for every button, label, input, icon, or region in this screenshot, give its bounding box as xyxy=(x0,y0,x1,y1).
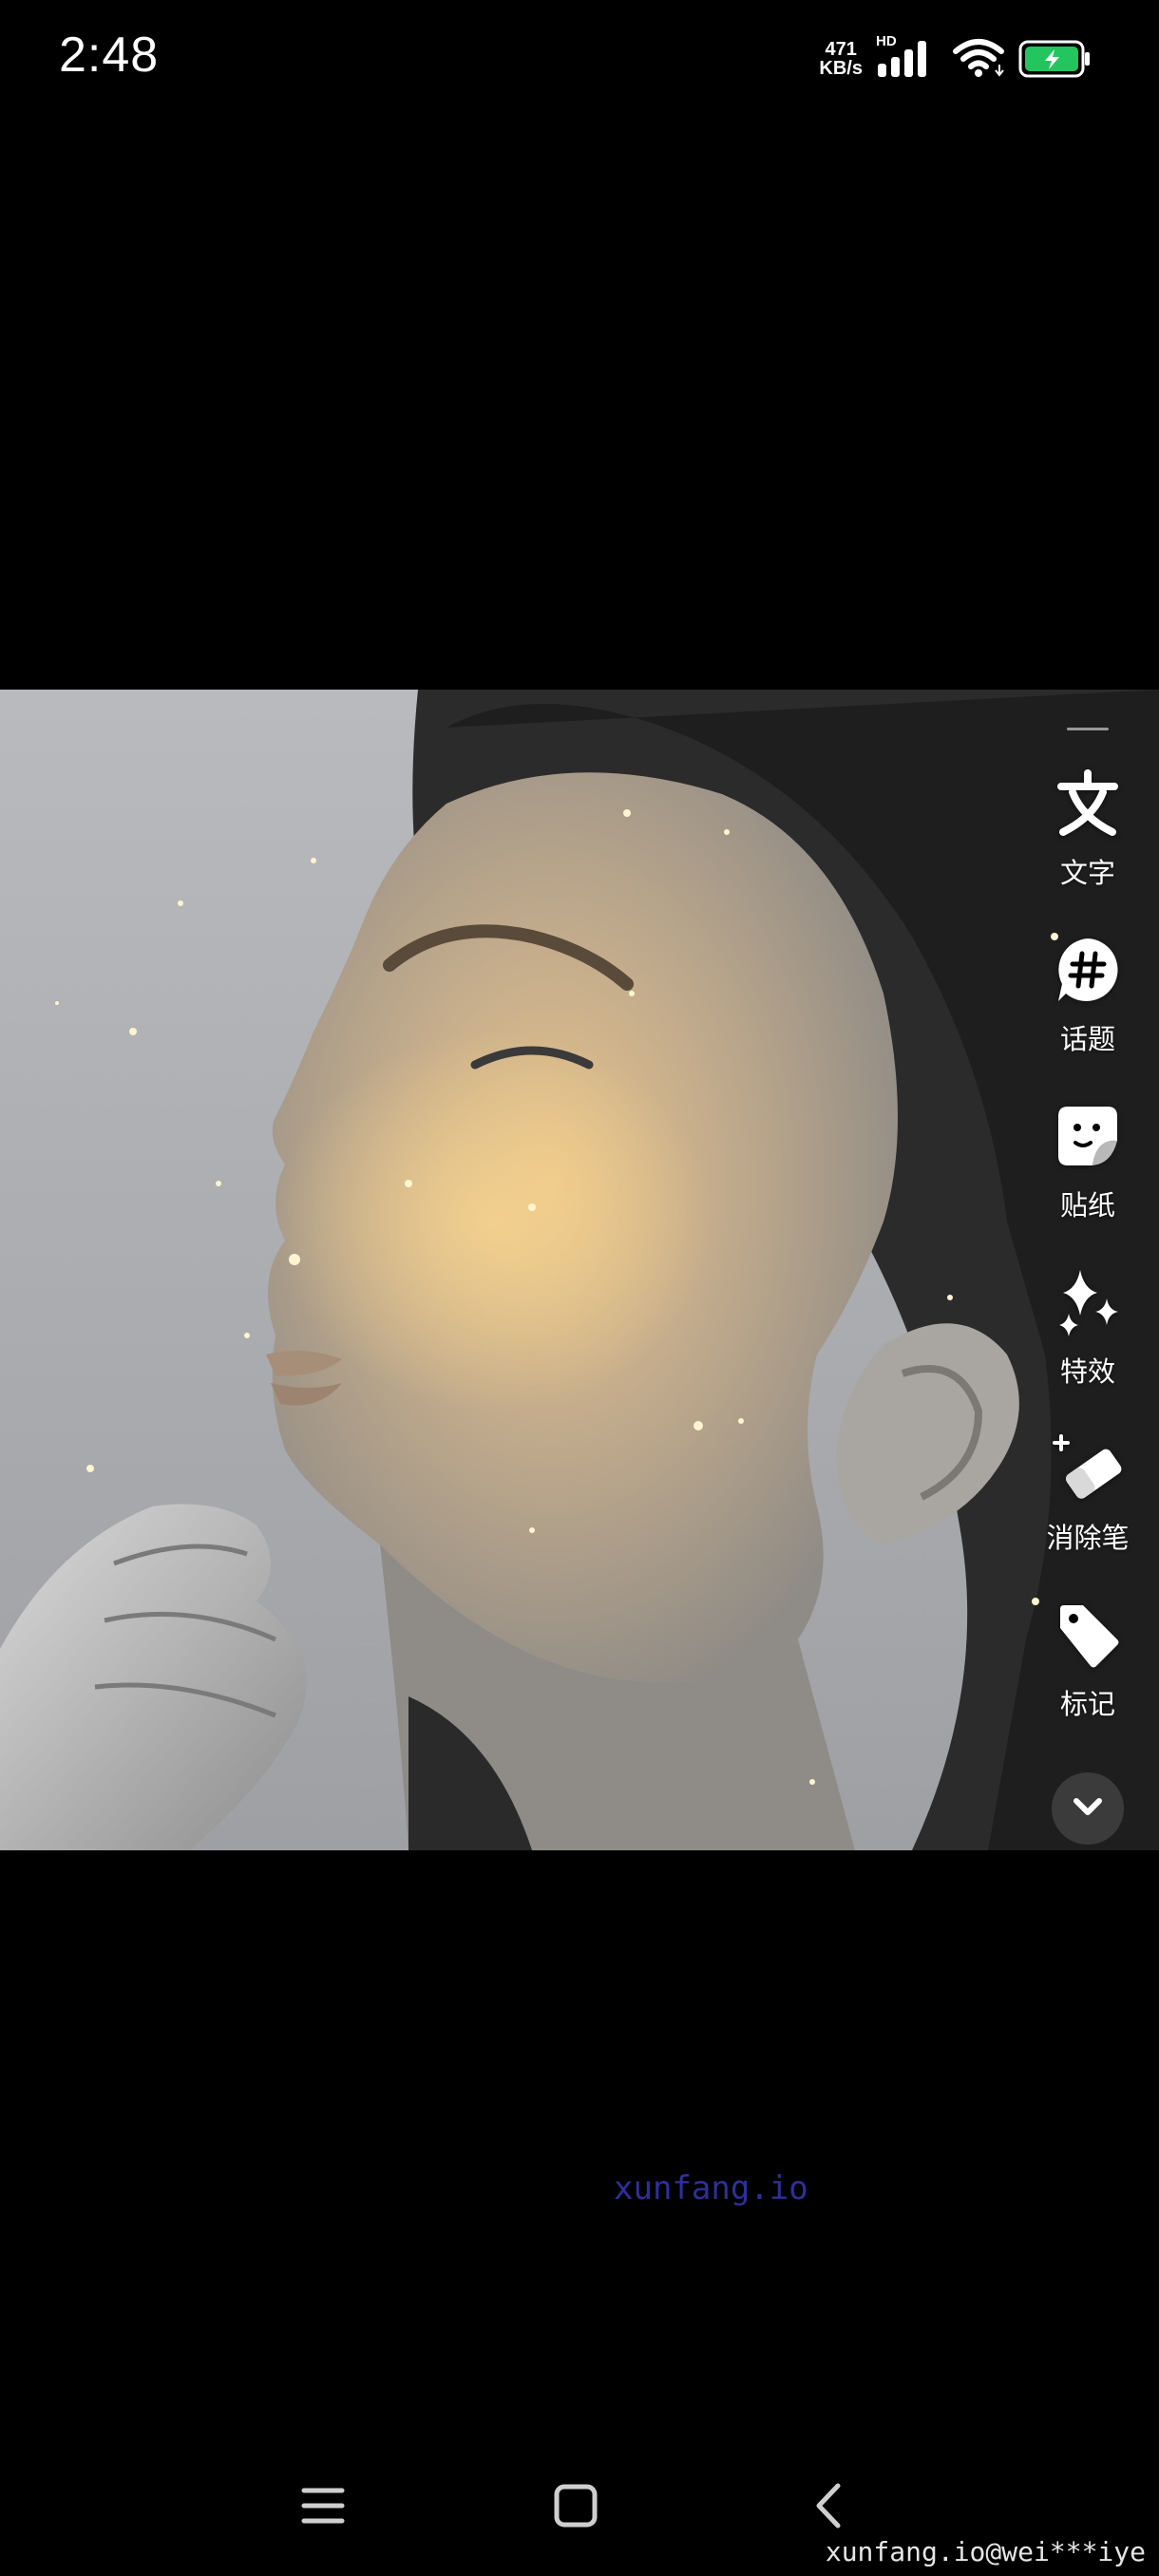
toolbar-handle[interactable] xyxy=(1067,728,1109,730)
menu-button[interactable] xyxy=(276,2460,370,2555)
back-chevron-icon xyxy=(811,2482,846,2534)
topic-tool[interactable]: 话题 xyxy=(1016,932,1159,1074)
sticker-tool-label: 贴纸 xyxy=(1059,1191,1115,1222)
network-speed-unit: KB/s xyxy=(819,58,863,79)
collapse-toolbar-button[interactable] xyxy=(1052,1772,1124,1845)
tag-tool-label: 标记 xyxy=(1059,1690,1115,1720)
status-bar: 2:48 471 KB/s HD xyxy=(0,0,1159,114)
menu-icon xyxy=(299,2484,347,2532)
sticker-icon xyxy=(1050,1098,1126,1174)
cell-signal-icon: HD xyxy=(876,33,939,81)
home-button[interactable] xyxy=(528,2460,623,2555)
sparkle-effects-icon xyxy=(1050,1264,1126,1340)
text-tool[interactable]: 文字 xyxy=(1016,766,1159,908)
tag-tool[interactable]: 标记 xyxy=(1016,1597,1159,1739)
eraser-tool-label: 消除笔 xyxy=(1046,1524,1130,1554)
sticker-tool[interactable]: 贴纸 xyxy=(1016,1098,1159,1241)
center-watermark: xunfang.io xyxy=(614,2169,808,2207)
wifi-icon xyxy=(952,36,1005,83)
effects-tool-label: 特效 xyxy=(1059,1357,1115,1388)
status-time: 2:48 xyxy=(59,28,160,83)
edit-toolbar: 文字 话题 贴纸 特效 消除笔 标记 xyxy=(1016,690,1159,1850)
network-speed-value: 471 xyxy=(825,39,857,60)
corner-watermark: xunfang.io@wei***iye xyxy=(825,2536,1146,2567)
text-tool-label: 文字 xyxy=(1059,859,1115,889)
network-speed: 471 KB/s xyxy=(819,40,863,78)
eraser-tool[interactable]: 消除笔 xyxy=(1016,1430,1159,1573)
eraser-icon xyxy=(1050,1430,1126,1506)
text-icon xyxy=(1050,766,1126,842)
effects-tool[interactable]: 特效 xyxy=(1016,1264,1159,1407)
status-icons: 471 KB/s HD xyxy=(819,33,1092,83)
home-square-icon xyxy=(553,2483,598,2533)
chevron-down-icon xyxy=(1071,1795,1105,1823)
topic-tool-label: 话题 xyxy=(1059,1025,1115,1055)
hashtag-icon xyxy=(1050,932,1126,1008)
battery-icon xyxy=(1018,40,1092,78)
tag-icon xyxy=(1050,1597,1126,1673)
portrait-photo[interactable] xyxy=(0,690,1159,1850)
